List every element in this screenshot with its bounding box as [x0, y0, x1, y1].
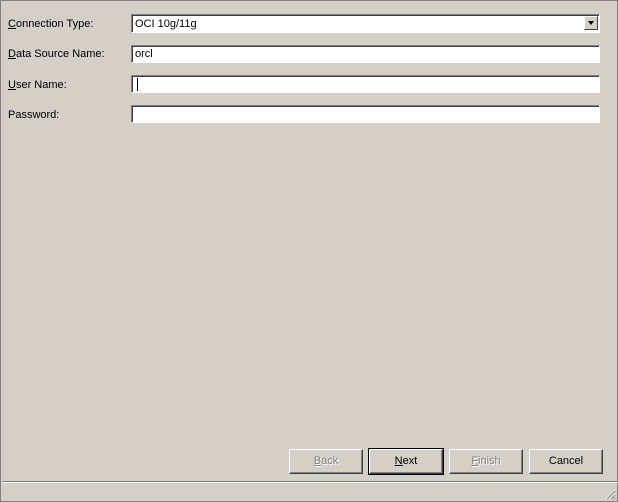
back-button-mnemonic: B	[313, 455, 322, 467]
data-source-name-input[interactable]: orcl	[131, 45, 600, 63]
user-name-input[interactable]	[131, 75, 600, 93]
resize-grip-icon[interactable]	[604, 488, 616, 500]
chevron-down-icon[interactable]	[584, 16, 598, 30]
finish-button-label: inish	[478, 455, 501, 467]
user-name-label: User Name:	[8, 78, 67, 92]
status-bar	[2, 481, 618, 502]
user-name-label-mnemonic: U	[8, 79, 16, 91]
connection-type-value: OCI 10g/11g	[135, 18, 197, 30]
finish-button[interactable]: Finish	[449, 449, 523, 474]
cancel-button[interactable]: Cancel	[529, 449, 603, 474]
back-button-label: ack	[321, 455, 339, 467]
password-label: Password:	[8, 109, 60, 121]
data-source-name-label-mnemonic: D	[8, 48, 16, 60]
back-button[interactable]: Back	[289, 449, 363, 474]
password-input[interactable]	[131, 105, 600, 123]
next-button-mnemonic: N	[394, 455, 403, 467]
user-name-label-text: ser Name:	[15, 79, 67, 91]
connection-type-select[interactable]: OCI 10g/11g	[131, 14, 600, 33]
connection-type-label: Connection Type:	[8, 17, 93, 31]
data-source-name-label-text: ata Source Name:	[15, 48, 105, 60]
text-caret	[137, 78, 138, 91]
next-button[interactable]: Next	[368, 448, 444, 475]
connection-type-label-mnemonic: C	[8, 18, 16, 30]
data-source-name-label: Data Source Name:	[8, 47, 105, 61]
next-button-label: ext	[402, 455, 418, 467]
connection-dialog: Connection Type: OCI 10g/11g Data Source…	[0, 0, 618, 502]
data-source-name-value: orcl	[135, 48, 153, 60]
connection-type-label-text: onnection Type:	[15, 18, 94, 30]
